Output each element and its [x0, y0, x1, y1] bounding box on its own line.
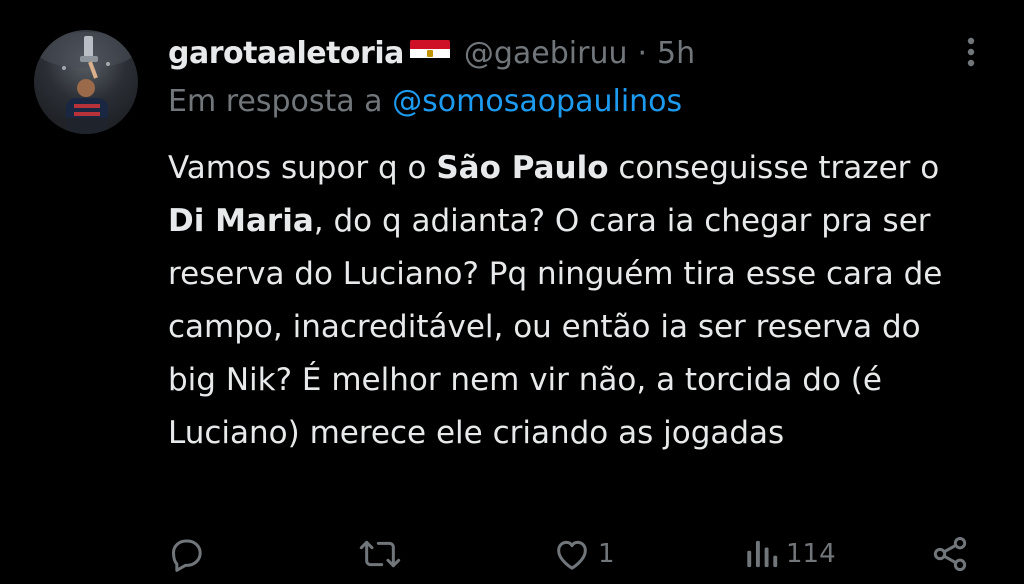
timestamp[interactable]: 5h [657, 36, 695, 71]
display-name[interactable]: garotaaletoria [168, 36, 404, 71]
action-bar: 1 114 [0, 532, 1024, 576]
more-vertical-icon [967, 37, 975, 67]
view-count: 114 [786, 539, 836, 569]
tweet-text-segment: Vamos supor q o [168, 150, 437, 186]
more-options-button[interactable] [954, 32, 988, 72]
tweet-text-bold: Di Maria [168, 203, 314, 239]
tweet-header: garotaaletoria @gaebiruu · 5h [168, 30, 695, 76]
heart-icon [557, 540, 587, 570]
reply-context: Em resposta a @somosaopaulinos [168, 84, 682, 119]
tweet-text-segment: conseguisse trazer o [608, 150, 940, 186]
user-handle[interactable]: @gaebiruu [464, 36, 628, 71]
avatar[interactable] [34, 30, 138, 134]
reply-prefix: Em resposta a [168, 84, 383, 119]
tweet-text-segment: , do q adianta? O cara ia chegar pra ser… [168, 203, 943, 451]
share-button[interactable] [930, 532, 970, 576]
share-icon [933, 537, 967, 571]
reply-mention-link[interactable]: @somosaopaulinos [392, 84, 682, 119]
retweet-icon [359, 540, 401, 568]
reply-button[interactable] [166, 532, 212, 576]
like-button[interactable]: 1 [552, 532, 615, 576]
retweet-button[interactable] [358, 532, 408, 576]
tweet-text: Vamos supor q o São Paulo conseguisse tr… [168, 142, 968, 460]
views-button[interactable]: 114 [744, 532, 836, 576]
egypt-flag-icon [409, 39, 450, 67]
like-count: 1 [598, 539, 615, 569]
reply-icon [172, 539, 202, 572]
analytics-icon [747, 540, 778, 568]
separator-dot: · [637, 35, 648, 71]
tweet-text-bold: São Paulo [436, 150, 609, 186]
